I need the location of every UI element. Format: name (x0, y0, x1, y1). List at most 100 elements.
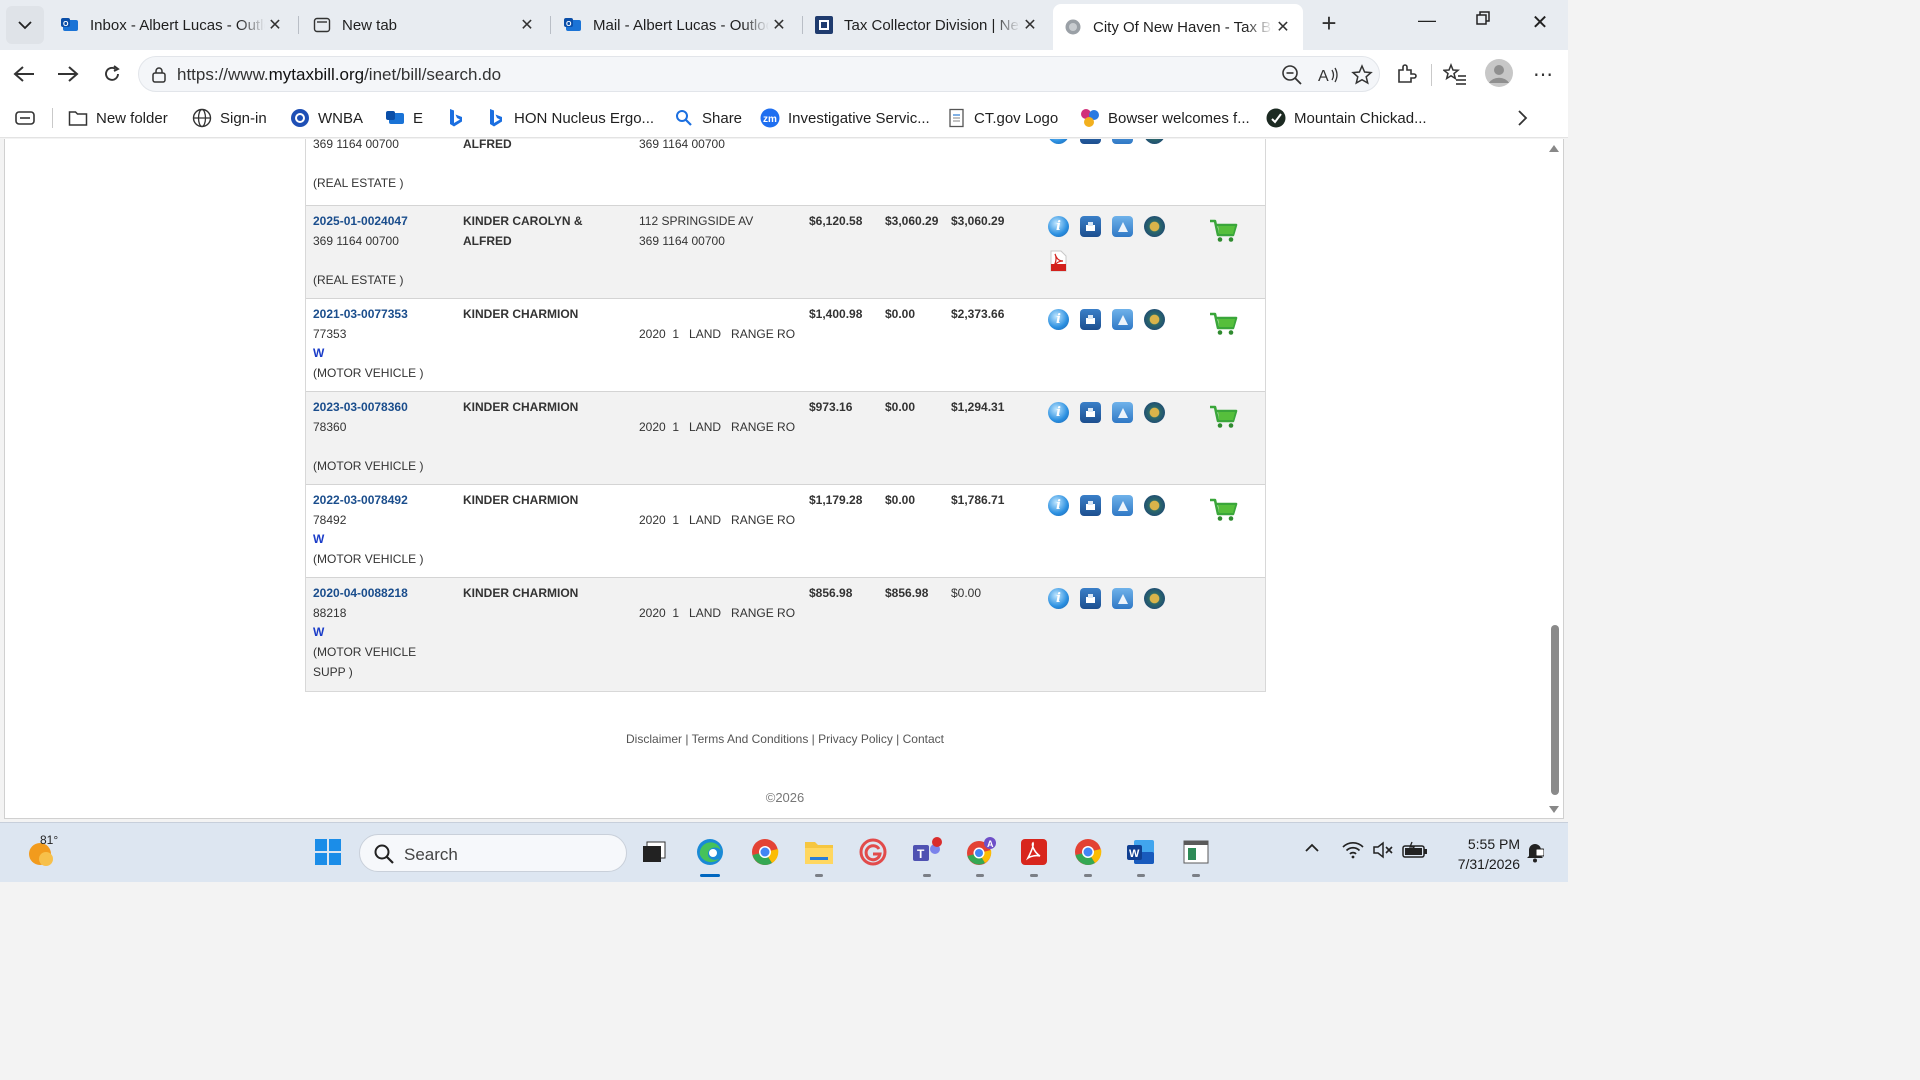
info-icon[interactable]: i (1048, 495, 1069, 516)
teams-app[interactable]: T (911, 836, 943, 877)
print-icon[interactable] (1080, 588, 1101, 609)
restore-button[interactable] (1463, 10, 1503, 40)
start-button[interactable] (312, 836, 344, 868)
favorite-e[interactable]: E (385, 107, 423, 129)
back-button[interactable] (10, 60, 38, 88)
minimize-button[interactable]: — (1407, 10, 1447, 40)
grammarly-app[interactable] (857, 836, 889, 868)
map-icon[interactable] (1112, 588, 1133, 609)
favorites-collection-icon[interactable] (14, 107, 36, 129)
map-icon[interactable] (1112, 495, 1133, 516)
bill-number-link[interactable]: 2025-01-0024047 (313, 212, 408, 232)
city-seal-icon[interactable] (1144, 216, 1165, 237)
print-icon[interactable] (1080, 495, 1101, 516)
print-icon[interactable] (1080, 216, 1101, 237)
system-clock[interactable]: 5:55 PM 7/31/2026 (1440, 834, 1520, 874)
map-icon[interactable] (1112, 402, 1133, 423)
zoom-out-icon[interactable] (1281, 64, 1303, 86)
add-to-cart-icon[interactable] (1209, 404, 1239, 430)
tab-newtab[interactable]: New tab ✕ (302, 7, 547, 43)
pdf-icon[interactable] (1048, 250, 1068, 272)
favorite-bing[interactable] (446, 107, 474, 129)
map-icon[interactable] (1112, 309, 1133, 330)
volume-muted-icon[interactable] (1372, 841, 1394, 864)
profile-avatar[interactable] (1484, 58, 1514, 88)
favorite-bowser[interactable]: Bowser welcomes f... (1080, 107, 1250, 129)
wifi-icon[interactable] (1342, 841, 1364, 864)
city-seal-icon[interactable] (1144, 495, 1165, 516)
favorite-hon-nucleus[interactable]: HON Nucleus Ergo... (486, 107, 654, 129)
favorites-icon[interactable] (1443, 62, 1467, 86)
close-icon[interactable]: ✕ (769, 15, 789, 35)
scroll-down-arrow[interactable] (1549, 806, 1559, 813)
acrobat-app[interactable] (1018, 836, 1050, 877)
close-icon[interactable]: ✕ (517, 15, 537, 35)
extensions-icon[interactable] (1394, 62, 1418, 86)
site-info-icon[interactable] (151, 66, 167, 89)
favorites-overflow-button[interactable] (1516, 107, 1528, 129)
add-to-cart-icon[interactable] (1209, 497, 1239, 523)
address-bar[interactable]: https://www.mytaxbill.org/inet/bill/sear… (138, 56, 1380, 92)
taskbar-search[interactable]: Search (359, 834, 627, 872)
info-icon[interactable]: i (1048, 402, 1069, 423)
terms-link[interactable]: Terms And Conditions (692, 732, 809, 746)
new-tab-button[interactable]: + (1315, 10, 1343, 38)
refresh-button[interactable] (98, 60, 126, 88)
notifications-button[interactable] (1526, 841, 1545, 868)
file-explorer-app[interactable] (803, 836, 835, 877)
privacy-link[interactable]: Privacy Policy (818, 732, 893, 746)
close-icon[interactable]: ✕ (1273, 17, 1293, 37)
info-icon[interactable]: i (1048, 139, 1069, 144)
scroll-up-arrow[interactable] (1549, 145, 1559, 152)
task-view-button[interactable] (638, 836, 670, 868)
close-window-button[interactable]: ✕ (1520, 10, 1560, 40)
chrome-app[interactable] (749, 836, 781, 868)
city-seal-icon[interactable] (1144, 139, 1165, 144)
tab-tax-collector[interactable]: Tax Collector Division | New Haven ✕ (804, 7, 1050, 43)
info-icon[interactable]: i (1048, 216, 1069, 237)
favorite-new-folder[interactable]: New folder (68, 107, 168, 129)
word-app[interactable]: W (1125, 836, 1157, 877)
favorite-share[interactable]: Share (674, 107, 742, 129)
info-icon[interactable]: i (1048, 588, 1069, 609)
add-to-cart-icon[interactable] (1209, 218, 1239, 244)
more-options-icon[interactable]: ⋯ (1531, 62, 1555, 86)
show-hidden-icons[interactable] (1304, 841, 1320, 859)
city-seal-icon[interactable] (1144, 402, 1165, 423)
map-icon[interactable] (1112, 216, 1133, 237)
print-icon[interactable] (1080, 309, 1101, 330)
contact-link[interactable]: Contact (903, 732, 944, 746)
disclaimer-link[interactable]: Disclaimer (626, 732, 682, 746)
bill-number-link[interactable]: 2021-03-0077353 (313, 305, 408, 325)
add-to-cart-icon[interactable] (1209, 311, 1239, 337)
city-seal-icon[interactable] (1144, 588, 1165, 609)
chrome-app-2[interactable] (1072, 836, 1104, 877)
close-icon[interactable]: ✕ (265, 15, 285, 35)
tab-tax-bill[interactable]: City Of New Haven - Tax Bill ✕ (1053, 4, 1303, 50)
favorite-sign-in[interactable]: Sign-in (192, 107, 267, 129)
notepad-app[interactable] (1180, 836, 1212, 877)
bill-number-link[interactable]: 2022-03-0078492 (313, 491, 408, 511)
tab-inbox[interactable]: O Inbox - Albert Lucas - Outlook ✕ (50, 7, 295, 43)
bill-number-link[interactable]: 2023-03-0078360 (313, 398, 408, 418)
print-icon[interactable] (1080, 139, 1101, 144)
print-icon[interactable] (1080, 402, 1101, 423)
tab-actions-button[interactable] (6, 6, 44, 44)
info-icon[interactable]: i (1048, 309, 1069, 330)
favorite-star-icon[interactable] (1351, 64, 1373, 86)
vertical-scrollbar[interactable] (1547, 139, 1563, 818)
favorite-investigative[interactable]: zm Investigative Servic... (760, 107, 930, 129)
read-aloud-icon[interactable]: A (1317, 64, 1339, 86)
weather-widget[interactable]: 81° (26, 833, 58, 867)
edge-app[interactable] (694, 836, 726, 877)
map-icon[interactable] (1112, 139, 1133, 144)
chrome-profile-app[interactable]: A (964, 836, 996, 877)
battery-icon[interactable] (1402, 841, 1428, 864)
city-seal-icon[interactable] (1144, 309, 1165, 330)
close-icon[interactable]: ✕ (1020, 15, 1040, 35)
forward-button[interactable] (54, 60, 82, 88)
favorite-mountain-chickadee[interactable]: Mountain Chickad... (1266, 107, 1427, 129)
bill-number-link[interactable]: 2020-04-0088218 (313, 584, 408, 604)
tab-mail[interactable]: O Mail - Albert Lucas - Outlook ✕ (553, 7, 799, 43)
scroll-thumb[interactable] (1551, 625, 1559, 795)
